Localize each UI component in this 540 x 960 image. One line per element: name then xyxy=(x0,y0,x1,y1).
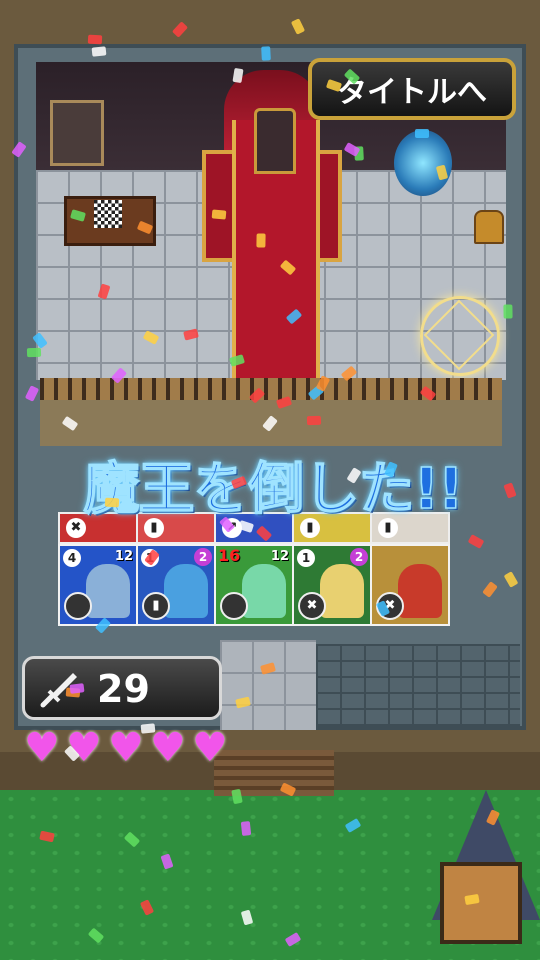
card-cost: 12 xyxy=(114,549,133,564)
card-hp: 16 xyxy=(218,546,241,565)
attack-panel: 29 xyxy=(22,656,222,720)
card-elf-archer[interactable]: 1 2 ✖ xyxy=(292,544,372,626)
card-badge: 2 xyxy=(194,548,212,566)
chessboard xyxy=(94,200,122,228)
confetti-piece xyxy=(87,34,103,45)
card-level: 1 xyxy=(141,549,159,567)
sword-icon xyxy=(40,673,77,708)
cross-swords-icon: ✖ xyxy=(298,592,326,620)
heart-icon: ♥ xyxy=(150,725,186,771)
confetti-piece xyxy=(290,18,306,35)
lower-hall xyxy=(40,400,502,446)
heart-icon: ♥ xyxy=(192,725,228,771)
card-cost: 12 xyxy=(270,549,289,564)
heart-icon: ♥ xyxy=(108,725,144,771)
monster-portrait xyxy=(242,564,286,618)
confetti-piece xyxy=(171,21,189,38)
throne xyxy=(254,108,296,174)
card-ability-icon: ▮ xyxy=(142,592,170,620)
minimap-panel[interactable] xyxy=(440,862,522,944)
card-shark[interactable]: 4 12 xyxy=(58,544,138,626)
card-green-monster[interactable]: 16 12 xyxy=(214,544,294,626)
victory-message: 魔王を倒した!! xyxy=(83,456,465,523)
title-button[interactable]: タイトルへ xyxy=(308,58,516,120)
fireplace xyxy=(50,100,104,166)
crystal-fountain xyxy=(394,130,452,196)
balcony-railing xyxy=(40,378,502,400)
heart-icon: ♥ xyxy=(66,725,102,771)
card-level: 1 xyxy=(297,549,315,567)
archer-portrait xyxy=(320,564,364,618)
shark-portrait xyxy=(86,564,130,618)
card-badge: 2 xyxy=(350,548,368,566)
card-row-front: 4 12 1 2 ▮ 16 12 1 2 ✖ ✖ xyxy=(58,544,450,626)
blank-ability-icon xyxy=(64,592,92,620)
card-level: 4 xyxy=(63,549,81,567)
cross-swords-icon: ✖ xyxy=(376,592,404,620)
card-mage[interactable]: 1 2 ▮ xyxy=(136,544,216,626)
life-hearts: ♥ ♥ ♥ ♥ ♥ xyxy=(24,728,244,772)
card-demon-lord[interactable]: ✖ xyxy=(370,544,450,626)
mage-portrait xyxy=(164,564,208,618)
treasure-barrel xyxy=(474,210,504,244)
stone-walkway xyxy=(220,640,316,730)
demon-lord-portrait xyxy=(398,564,442,618)
blank-ability-icon xyxy=(220,592,248,620)
attack-value: 29 xyxy=(97,667,150,711)
heart-icon: ♥ xyxy=(24,725,60,771)
inner-brick-wall xyxy=(316,644,520,726)
